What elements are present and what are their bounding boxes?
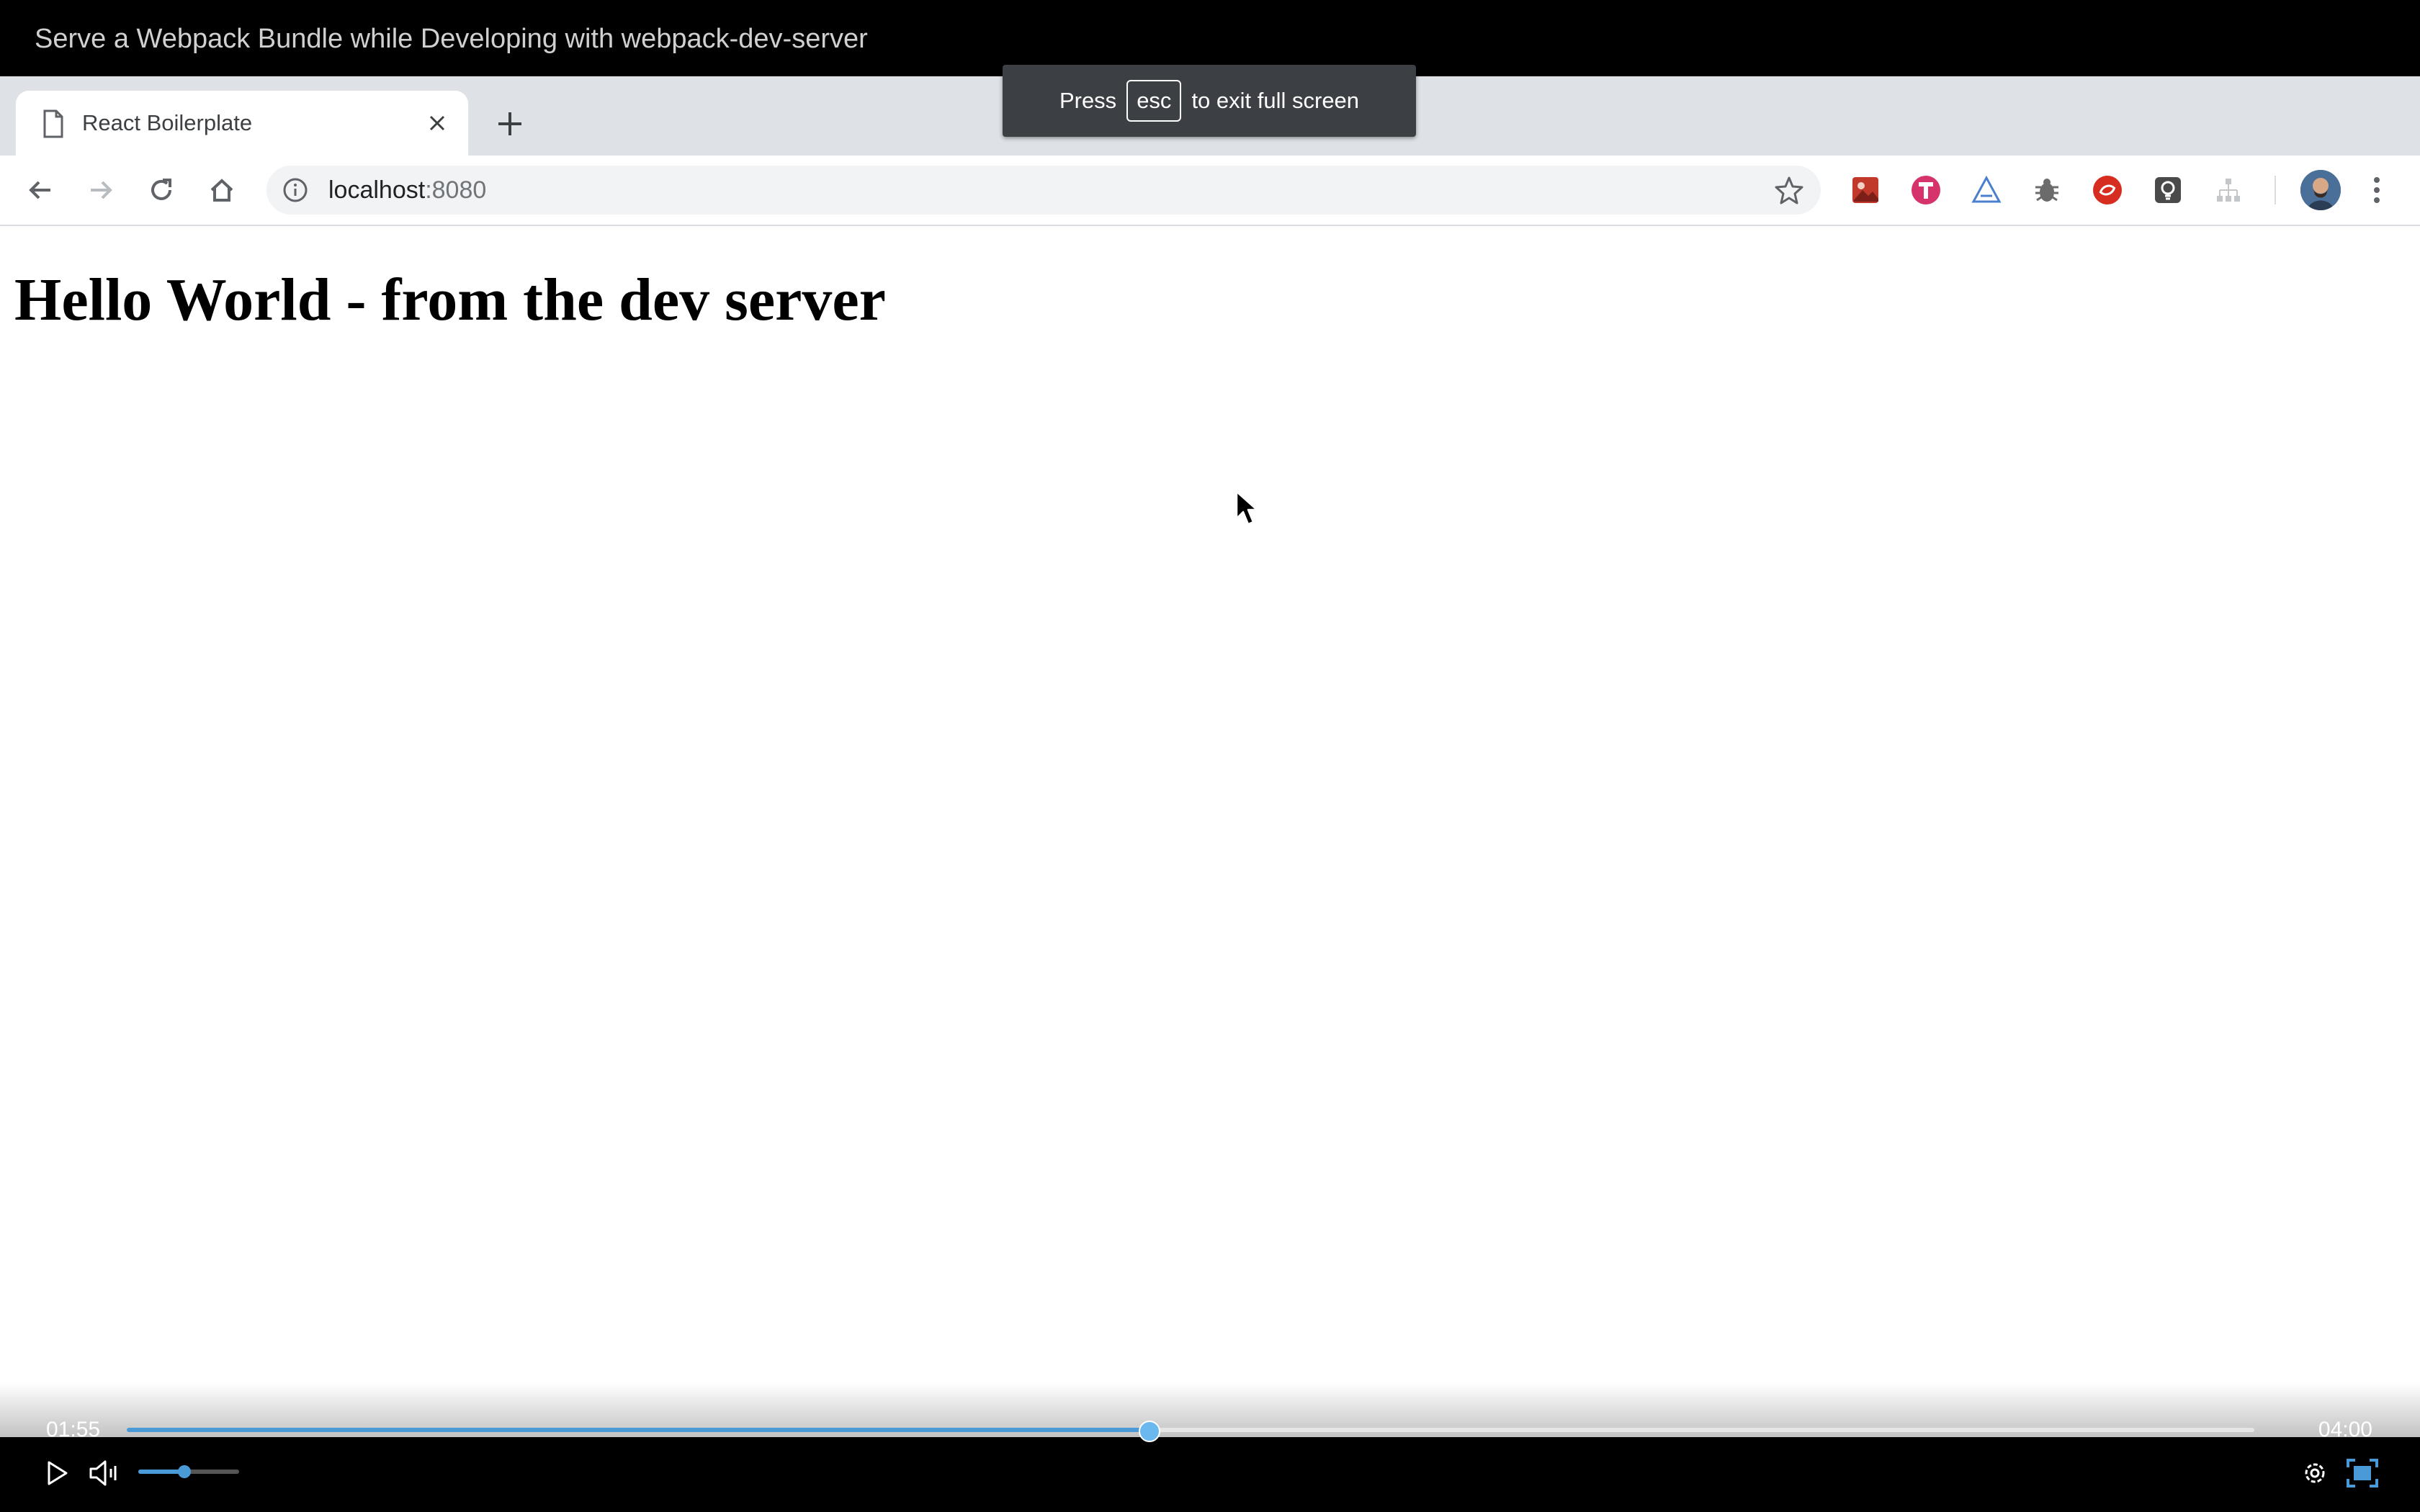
image-extension-icon[interactable] <box>1848 173 1883 207</box>
t-extension-icon[interactable] <box>1909 173 1943 207</box>
tab-close-icon[interactable] <box>419 105 455 141</box>
video-title: Serve a Webpack Bundle while Developing … <box>35 24 868 54</box>
more-menu-icon[interactable] <box>2361 170 2393 210</box>
info-icon[interactable] <box>282 177 308 203</box>
url-text[interactable]: localhost:8080 <box>328 174 486 206</box>
tab-title: React Boilerplate <box>82 110 253 135</box>
progress-fill <box>127 1428 1148 1432</box>
url-port: :8080 <box>425 176 487 204</box>
browser-toolbar: localhost:8080 <box>0 156 2420 226</box>
toolbar-separator <box>2275 176 2276 204</box>
exit-fullscreen-icon[interactable] <box>2345 1457 2380 1489</box>
address-bar[interactable]: localhost:8080 <box>266 166 1821 215</box>
toast-prefix: Press <box>1059 88 1117 113</box>
volume-icon[interactable] <box>88 1457 124 1489</box>
progress-scrubber-handle[interactable] <box>1138 1421 1160 1442</box>
settings-gear-icon[interactable] <box>2299 1457 2331 1489</box>
bookmark-star-icon[interactable] <box>1773 174 1805 206</box>
esc-key-badge: esc <box>1126 80 1182 122</box>
page-heading: Hello World - from the dev server <box>14 266 886 333</box>
toast-suffix: to exit full screen <box>1191 88 1360 113</box>
profile-avatar[interactable] <box>2300 170 2341 210</box>
bug-extension-icon[interactable] <box>2030 173 2064 207</box>
back-button[interactable] <box>20 170 60 210</box>
forward-button[interactable] <box>81 170 121 210</box>
url-host: localhost <box>328 176 426 204</box>
video-progress-bar[interactable] <box>127 1421 2254 1442</box>
red-circle-extension-icon[interactable] <box>2090 173 2125 207</box>
video-controls-bar <box>0 1437 2420 1512</box>
fullscreen-toast: Press esc to exit full screen <box>1003 65 1416 137</box>
page-icon <box>43 109 63 138</box>
browser-tab[interactable]: React Boilerplate <box>16 91 468 156</box>
home-button[interactable] <box>202 170 242 210</box>
mouse-cursor-icon <box>1235 490 1258 526</box>
current-time: 01:55 <box>46 1418 101 1441</box>
total-duration: 04:00 <box>2318 1418 2372 1441</box>
play-button[interactable] <box>42 1457 73 1489</box>
sitemap-extension-icon[interactable] <box>2211 173 2246 207</box>
triangle-extension-icon[interactable] <box>1969 173 2004 207</box>
volume-slider[interactable] <box>138 1465 239 1478</box>
lightbulb-extension-icon[interactable] <box>2151 173 2185 207</box>
new-tab-button[interactable] <box>490 104 530 144</box>
reload-button[interactable] <box>141 170 182 210</box>
